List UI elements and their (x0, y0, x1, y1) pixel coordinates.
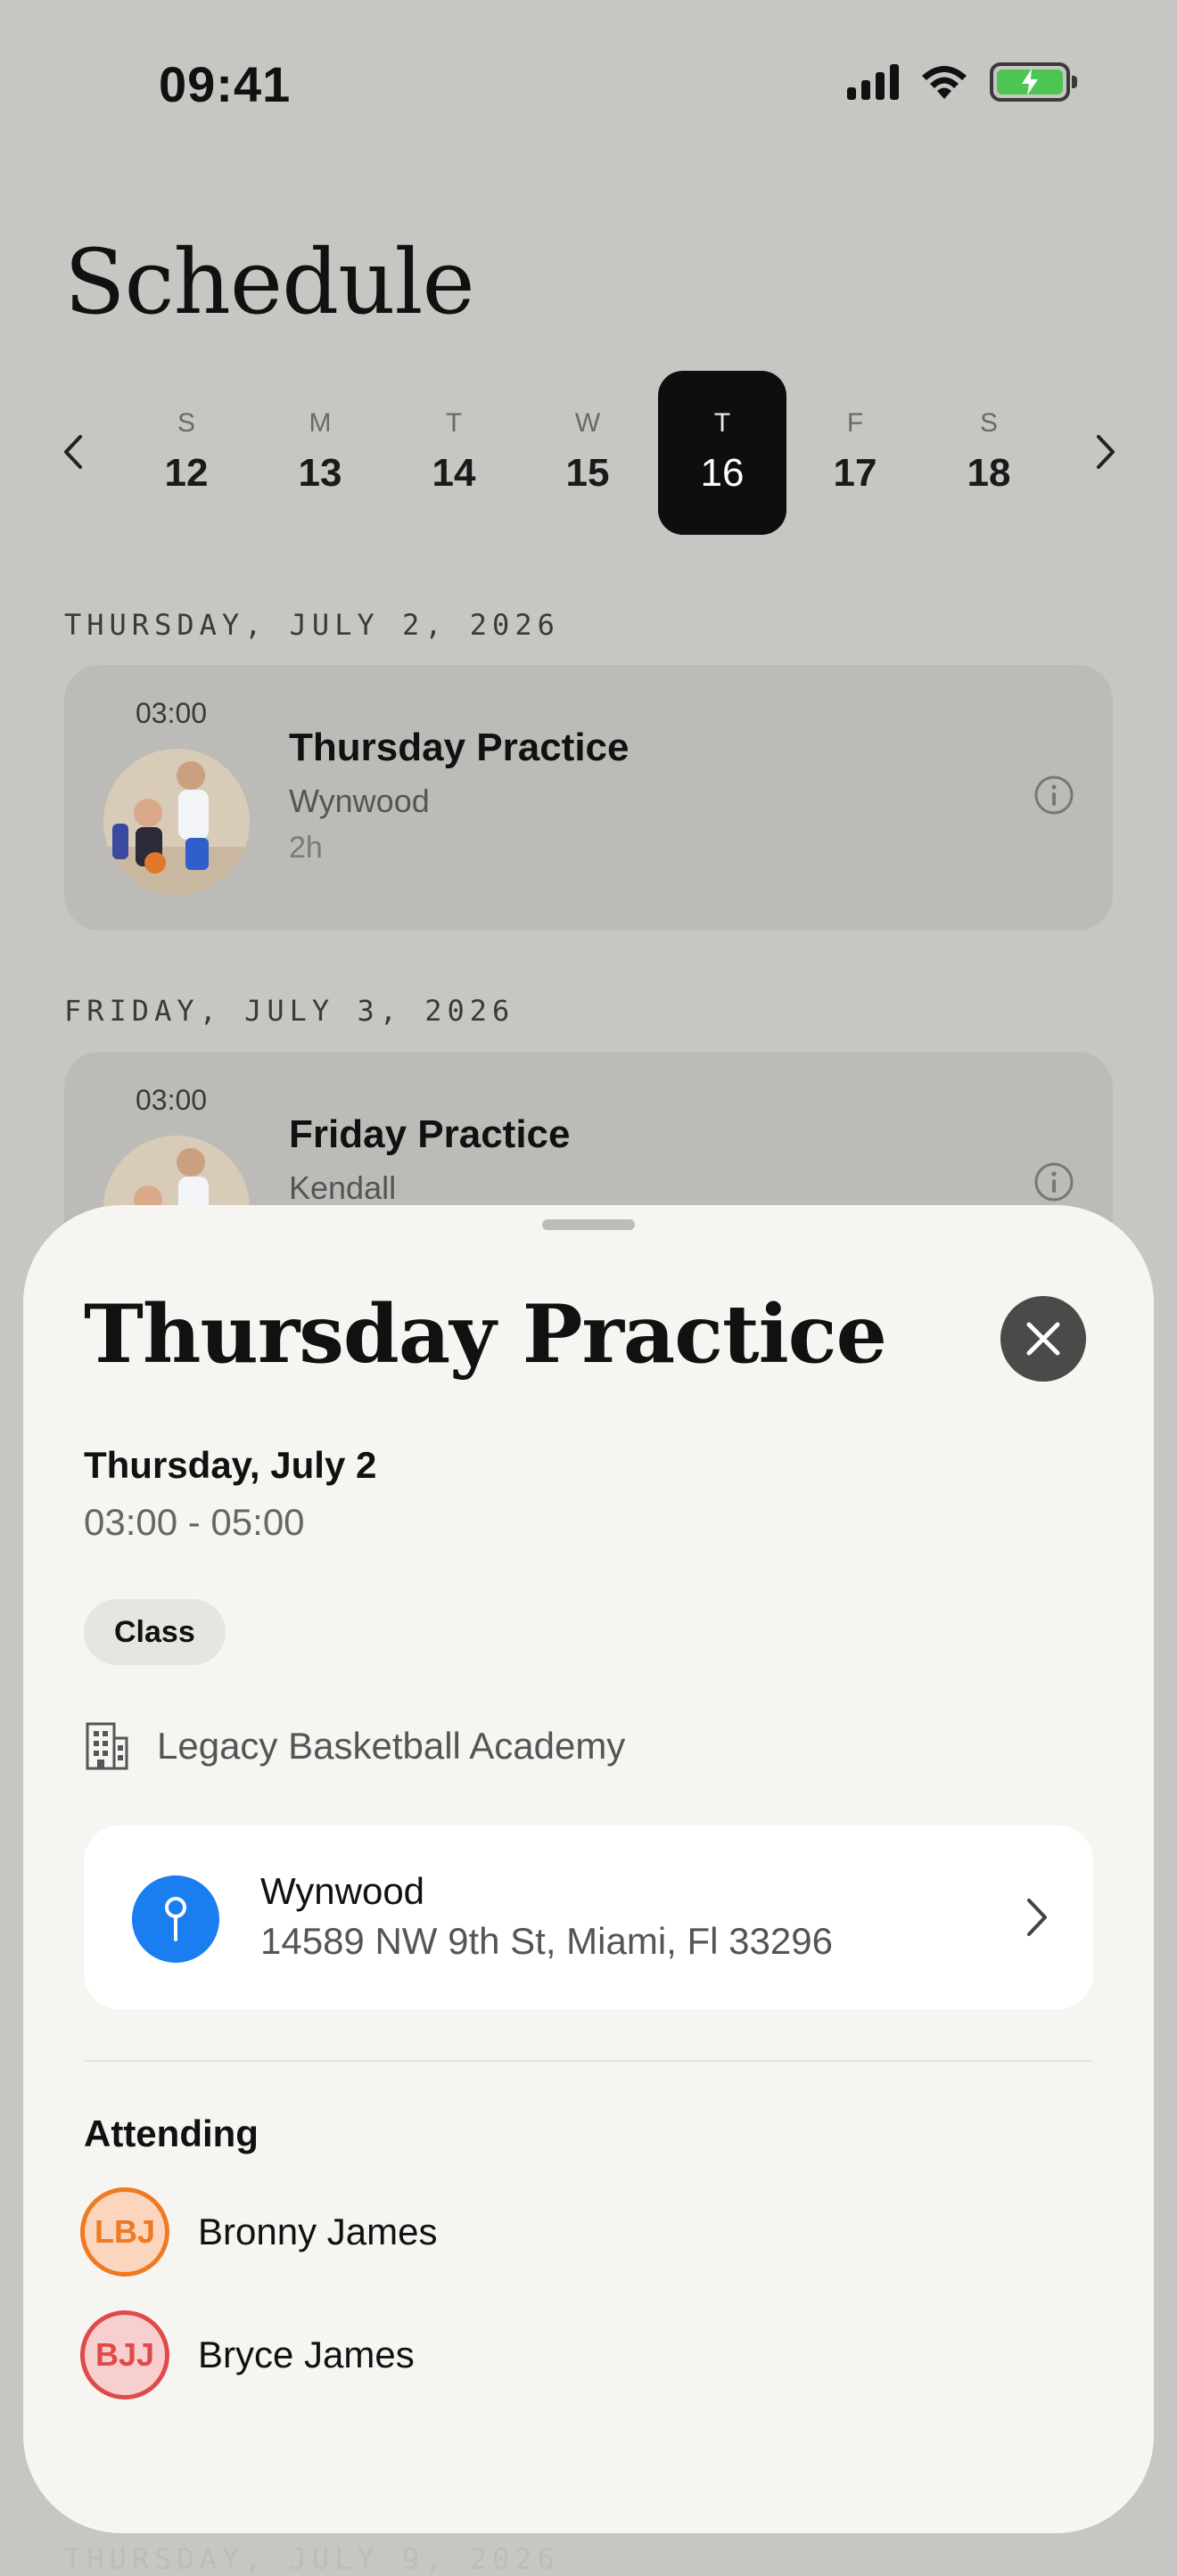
event-duration: 2h (289, 831, 323, 865)
organization-name: Legacy Basketball Academy (157, 1725, 626, 1767)
date-heading: THURSDAY, JULY 2, 2026 (64, 608, 560, 642)
event-detail-sheet: Thursday Practice Thursday, July 2 03:00… (23, 1205, 1154, 2533)
day-monday-13[interactable]: M 13 (256, 371, 384, 535)
day-number: 17 (833, 451, 877, 495)
chevron-right-icon (1027, 1899, 1047, 1936)
day-letter: T (713, 408, 731, 438)
location-pin-icon (132, 1875, 219, 1963)
day-thursday-16-selected[interactable]: T 16 (658, 371, 786, 535)
day-sunday-12[interactable]: S 12 (122, 371, 251, 535)
page-title: Schedule (64, 230, 475, 334)
event-type-tag: Class (84, 1599, 226, 1665)
day-letter: W (574, 408, 601, 438)
attendee-name: Bryce James (198, 2334, 415, 2375)
day-letter: S (177, 408, 195, 438)
attendee-row[interactable]: BJJ Bryce James (80, 2310, 415, 2400)
day-letter: M (309, 408, 332, 438)
close-button[interactable] (1000, 1296, 1086, 1382)
day-tuesday-14[interactable]: T 14 (390, 371, 518, 535)
location-address: 14589 NW 9th St, Miami, Fl 33296 (260, 1920, 833, 1962)
day-number: 13 (298, 451, 342, 495)
sheet-grabber[interactable] (542, 1219, 635, 1230)
event-photo (103, 749, 250, 895)
attendee-row[interactable]: LBJ Bronny James (80, 2187, 437, 2277)
day-letter: T (445, 408, 463, 438)
event-time: 03:00 (136, 1084, 208, 1116)
chevron-right-icon[interactable] (1082, 430, 1127, 474)
attendee-name: Bronny James (198, 2211, 438, 2252)
day-saturday-18[interactable]: S 18 (925, 371, 1053, 535)
building-icon (86, 1722, 128, 1770)
event-location: Wynwood (289, 783, 430, 819)
sheet-title: Thursday Practice (84, 1287, 887, 1382)
day-letter: F (846, 408, 864, 438)
day-wednesday-15[interactable]: W 15 (523, 371, 652, 535)
day-number: 15 (565, 451, 610, 495)
day-letter: S (979, 408, 998, 438)
day-number: 16 (700, 451, 745, 495)
cellular-signal-icon (847, 64, 899, 100)
avatar: BJJ (80, 2310, 169, 2400)
location-name: Wynwood (260, 1870, 425, 1912)
info-icon[interactable] (1033, 774, 1075, 816)
day-number: 12 (164, 451, 209, 495)
avatar: LBJ (80, 2187, 169, 2277)
date-heading: FRIDAY, JULY 3, 2026 (64, 994, 515, 1028)
close-icon (1026, 1322, 1060, 1356)
location-card[interactable]: Wynwood 14589 NW 9th St, Miami, Fl 33296 (84, 1825, 1093, 2009)
week-strip: S 12 M 13 T 14 W 15 T 16 F 17 S 18 (0, 371, 1177, 535)
day-friday-17[interactable]: F 17 (791, 371, 919, 535)
event-location: Kendall (289, 1169, 397, 1206)
status-icons (847, 62, 1077, 102)
divider (84, 2060, 1093, 2062)
organization-row: Legacy Basketball Academy (84, 1720, 625, 1772)
wifi-icon (922, 66, 967, 99)
event-card-thursday-practice[interactable]: 03:00 Thursday Practice Wynwood 2h (64, 665, 1113, 931)
day-number: 18 (967, 451, 1011, 495)
day-number: 14 (432, 451, 476, 495)
battery-icon (990, 62, 1077, 102)
chevron-left-icon[interactable] (52, 430, 96, 474)
attending-heading: Attending (84, 2112, 259, 2154)
event-name: Friday Practice (289, 1112, 571, 1156)
event-name: Thursday Practice (289, 726, 630, 769)
status-time: 09:41 (159, 56, 292, 112)
event-date: Thursday, July 2 (84, 1444, 377, 1486)
date-heading: THURSDAY, JULY 9, 2026 (64, 2542, 560, 2576)
event-time-range: 03:00 - 05:00 (84, 1501, 305, 1543)
info-icon[interactable] (1033, 1161, 1075, 1203)
event-time: 03:00 (136, 697, 208, 729)
